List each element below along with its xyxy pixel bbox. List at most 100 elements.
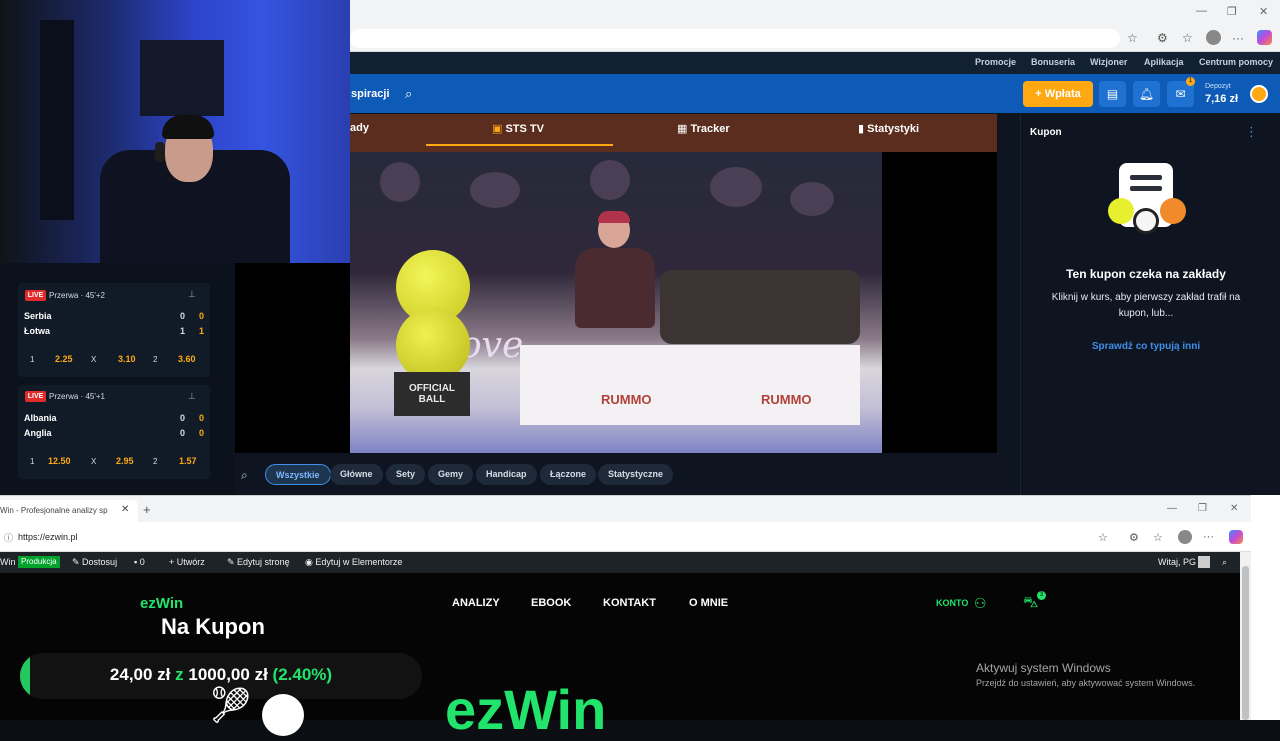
tab-partial[interactable]: ady [350, 122, 369, 134]
odd-value-2[interactable]: 3.60 [178, 354, 196, 364]
link-aplikacja[interactable]: Aplikacja [1144, 57, 1184, 67]
wp-customize[interactable]: ✎ Dostosuj [72, 557, 117, 568]
active-tab-indicator [426, 144, 613, 146]
nav-o-mnie[interactable]: O MNIE [689, 597, 728, 609]
doc-line [1130, 175, 1162, 180]
more-icon[interactable]: ··· [1203, 531, 1214, 543]
score: 1 [180, 326, 186, 336]
sts-top-links-bar [350, 52, 1280, 74]
more-icon[interactable]: ··· [1232, 31, 1244, 45]
cart-icon[interactable]: ⛍ [1023, 594, 1038, 613]
hero-logo: ezWin [445, 678, 607, 741]
odd-value-2[interactable]: 1.57 [179, 456, 197, 466]
close-icon[interactable]: ✕ [1230, 503, 1238, 514]
link-promocje[interactable]: Promocje [975, 57, 1016, 67]
wp-customize-label: Dostosuj [82, 557, 118, 567]
pin-icon[interactable]: ⊥ [188, 391, 196, 402]
webcam-door [40, 20, 74, 220]
restore-icon[interactable]: ❐ [1198, 503, 1207, 514]
favorites-icon[interactable]: ☆ [1153, 531, 1163, 544]
score: 0 [199, 311, 205, 321]
link-wizjoner[interactable]: Wizjoner [1090, 57, 1127, 67]
chip-gemy[interactable]: Gemy [428, 464, 474, 485]
copilot-icon[interactable] [1257, 30, 1272, 45]
link-centrum-pomocy[interactable]: Centrum pomocy [1199, 57, 1273, 67]
goal-target: 1000,00 zł [188, 665, 268, 684]
wp-edit-page[interactable]: ✎ Edytuj stronę [227, 557, 290, 568]
chip-laczone[interactable]: Łączone [540, 464, 597, 485]
wp-greeting[interactable]: Witaj, PG [1158, 557, 1196, 567]
nav-inspiracji[interactable]: spiracji [351, 88, 390, 100]
wp-create[interactable]: + Utwórz [169, 557, 205, 567]
odd-key: 1 [30, 457, 35, 466]
account-link[interactable]: KONTO [936, 598, 968, 608]
extensions-icon[interactable]: ⚙ [1157, 31, 1168, 45]
bell-icon[interactable]: 🔔︎ [1133, 81, 1160, 107]
star-icon[interactable]: ☆ [1098, 531, 1108, 544]
chip-glowne[interactable]: Główne [330, 464, 383, 485]
wp-site-name[interactable]: Win [0, 557, 16, 567]
chip-statystyczne[interactable]: Statystyczne [598, 464, 674, 485]
site-info-icon[interactable]: ⓘ [4, 531, 13, 544]
odd-key: 2 [153, 355, 158, 364]
star-icon[interactable]: ☆ [1127, 31, 1138, 45]
address-input[interactable] [350, 29, 1120, 48]
odd-value-x[interactable]: 3.10 [118, 354, 136, 364]
close-icon[interactable]: ✕ [1259, 5, 1268, 18]
windows-activation-subtitle: Przejdź do ustawień, aby aktywować syste… [976, 678, 1196, 688]
windows-activation-title: Aktywuj system Windows [976, 661, 1111, 675]
streamer-hair [162, 115, 214, 139]
odd-value-x[interactable]: 2.95 [116, 456, 134, 466]
search-icon[interactable]: ⌕ [241, 468, 248, 483]
search-icon[interactable]: ⌕ [1222, 557, 1227, 568]
score: 0 [180, 311, 186, 321]
profile-avatar[interactable] [1178, 530, 1192, 544]
close-icon[interactable]: ✕ [121, 504, 129, 515]
link-bonuseria[interactable]: Bonuseria [1031, 57, 1075, 67]
doc-line [1130, 186, 1162, 191]
tv-icon: ▣ [492, 123, 506, 135]
address-input[interactable]: https://ezwin.pl [18, 532, 78, 542]
search-icon[interactable]: ⌕ [405, 86, 412, 102]
deposit-button[interactable]: + Wpłata [1023, 81, 1093, 107]
pin-icon[interactable]: ⊥ [188, 289, 196, 300]
wp-user-avatar[interactable] [1198, 556, 1210, 568]
copilot-icon[interactable] [1229, 530, 1243, 544]
chip-sety[interactable]: Sety [386, 464, 426, 485]
scrollbar-thumb[interactable] [1242, 566, 1249, 720]
favorites-icon[interactable]: ☆ [1182, 31, 1193, 45]
site-logo[interactable]: ezWin [140, 595, 183, 612]
minimize-icon[interactable]: — [1196, 5, 1207, 17]
nav-kontakt[interactable]: KONTAKT [603, 597, 656, 609]
tab-statystyki[interactable]: ▮ Statystyki [858, 122, 919, 135]
tab-sts-tv[interactable]: ▣ STS TV [492, 122, 544, 135]
profile-avatar[interactable] [1206, 30, 1221, 45]
tab-tracker[interactable]: ▦ Tracker [677, 122, 730, 135]
nav-analizy[interactable]: ANALIZY [452, 597, 500, 609]
odd-value-1[interactable]: 12.50 [48, 456, 71, 466]
coupons-icon[interactable]: ▤ [1099, 81, 1126, 107]
nav-ebook[interactable]: EBOOK [531, 597, 571, 609]
chip-wszystkie[interactable]: Wszystkie [265, 464, 331, 485]
profile-icon[interactable] [1250, 85, 1268, 103]
depozyt-value[interactable]: 7,16 zł [1205, 93, 1238, 105]
extensions-icon[interactable]: ⚙ [1129, 531, 1139, 544]
goal-current: 24,00 zł [109, 665, 171, 684]
new-tab-icon[interactable]: + [143, 502, 151, 517]
tennis-player [575, 248, 655, 328]
wp-elementor[interactable]: ◉ Edytuj w Elementorze [305, 557, 402, 568]
kebab-menu-icon[interactable]: ⋮ [1245, 124, 1258, 140]
user-icon[interactable]: ⚇ [974, 595, 987, 612]
browser-addressbar [0, 522, 1251, 552]
restore-icon[interactable]: ❐ [1227, 5, 1237, 18]
minimize-icon[interactable]: — [1167, 503, 1177, 514]
plus-icon: + [1035, 88, 1045, 100]
match-status: Przerwa · 45'+1 [49, 392, 105, 401]
cart-count-badge: 3 [1037, 591, 1046, 600]
match-status: Przerwa · 45'+2 [49, 291, 105, 300]
wp-comments[interactable]: ▪ 0 [134, 557, 145, 567]
odd-value-1[interactable]: 2.25 [55, 354, 73, 364]
tennis-ball-icon [1108, 198, 1134, 224]
coupon-others-link[interactable]: Sprawdź co typują inni [1030, 341, 1262, 352]
chip-handicap[interactable]: Handicap [476, 464, 537, 485]
